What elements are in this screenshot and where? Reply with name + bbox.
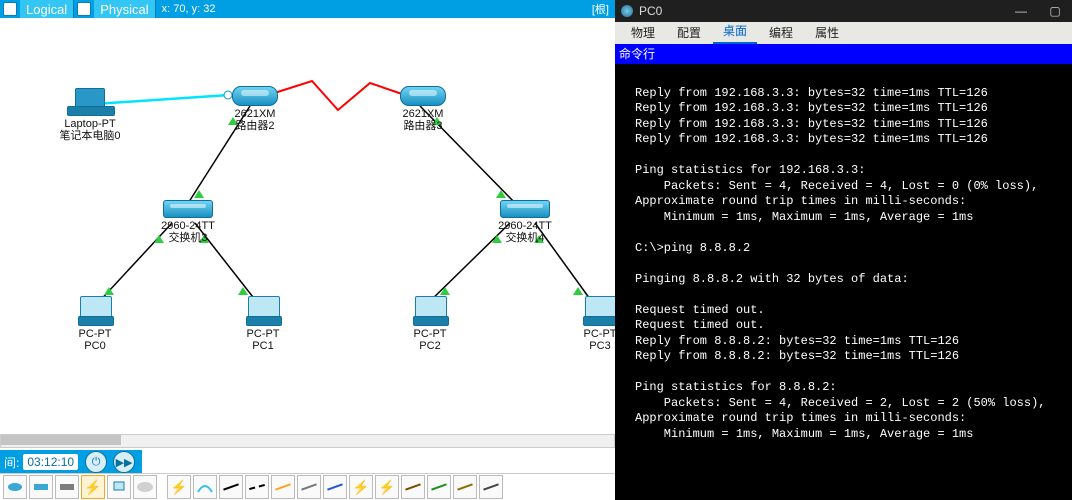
pc0-window: PC0 — ▢ 物理 配置 桌面 编程 属性 命令行 Reply from 19… [615, 0, 1072, 500]
conn-serial-dte-icon[interactable]: ⚡ [375, 475, 399, 499]
device-type-label: 2960-24TT [485, 220, 565, 232]
device-type-label: Laptop-PT [35, 118, 145, 130]
conn-coax-icon[interactable] [323, 475, 347, 499]
device-pc2[interactable]: PC-PT PC2 [405, 296, 455, 352]
link-status-icon [238, 282, 248, 295]
palette-router-icon[interactable] [3, 475, 27, 499]
palette-hub-icon[interactable] [55, 475, 79, 499]
maximize-button[interactable]: ▢ [1038, 0, 1072, 22]
command-prompt-header: 命令行 [615, 44, 1072, 64]
conn-usb-icon[interactable] [427, 475, 451, 499]
device-type-label: 2960-24TT [148, 220, 228, 232]
laptop-icon [67, 88, 113, 116]
palette-connections-icon[interactable]: ⚡ [81, 475, 105, 499]
conn-serial-dce-icon[interactable]: ⚡ [349, 475, 373, 499]
pc-icon [583, 296, 617, 326]
conn-fiber-icon[interactable] [271, 475, 295, 499]
device-name-label: PC1 [238, 340, 288, 352]
device-switch3[interactable]: 2960-24TT 交换机3 [148, 200, 228, 244]
device-type-label: PC-PT [238, 328, 288, 340]
conn-octal-icon[interactable] [401, 475, 425, 499]
switch-icon [500, 200, 550, 218]
conn-copper-cross-icon[interactable] [245, 475, 269, 499]
conn-custom2-icon[interactable] [479, 475, 503, 499]
time-prefix-label: 间: [4, 454, 19, 471]
bolt-icon: ⚡ [170, 479, 187, 496]
device-name-label: PC0 [70, 340, 120, 352]
tab-config[interactable]: 配置 [667, 21, 711, 44]
palette-cloud-icon[interactable] [133, 475, 157, 499]
device-type-group: ⚡ [0, 474, 160, 500]
tab-attributes[interactable]: 属性 [805, 21, 849, 44]
device-type-label: 2621XM [388, 108, 458, 120]
device-router2[interactable]: 2621XM 路由器2 [220, 86, 290, 132]
topology-canvas[interactable]: Laptop-PT 笔记本电脑0 2621XM 路由器2 2621XM 路由器3… [0, 18, 615, 424]
horizontal-scrollbar[interactable] [0, 434, 615, 448]
tab-physical[interactable]: 物理 [621, 21, 665, 44]
device-name-label: 交换机3 [148, 232, 228, 244]
tab-programming[interactable]: 编程 [759, 21, 803, 44]
link-status-icon [104, 282, 114, 295]
palette-switch-icon[interactable] [29, 475, 53, 499]
link-status-icon [573, 282, 583, 295]
conn-console-icon[interactable] [193, 475, 217, 499]
device-name-label: 路由器3 [388, 120, 458, 132]
bolt-icon: ⚡ [84, 479, 101, 496]
terminal-output[interactable]: Reply from 192.168.3.3: bytes=32 time=1m… [615, 64, 1072, 500]
window-title: PC0 [639, 4, 662, 18]
bolt-icon: ⚡ [378, 479, 395, 496]
terminal-text: Reply from 192.168.3.3: bytes=32 time=1m… [635, 70, 1066, 442]
workspace-header: Logical Physical x: 70, y: 32 [根] [0, 0, 615, 18]
pc-tabs: 物理 配置 桌面 编程 属性 [615, 22, 1072, 44]
router-icon [400, 86, 446, 106]
window-titlebar[interactable]: PC0 — ▢ [615, 0, 1072, 22]
tab-physical[interactable]: Physical [94, 0, 155, 18]
link-status-icon [440, 282, 450, 295]
pc-icon [246, 296, 280, 326]
conn-copper-straight-icon[interactable] [219, 475, 243, 499]
device-type-label: 2621XM [220, 108, 290, 120]
list-icon[interactable] [3, 2, 17, 16]
device-type-label: PC-PT [405, 328, 455, 340]
packet-tracer-pane: Logical Physical x: 70, y: 32 [根] [0, 0, 615, 500]
cursor-coords: x: 70, y: 32 [156, 3, 216, 15]
simulation-timebar: 间: 03:12:10 ⏻ ▶▶ [0, 450, 142, 474]
minimize-button[interactable]: — [1004, 0, 1038, 22]
root-label[interactable]: [根] [592, 1, 615, 17]
power-cycle-button[interactable]: ⏻ [85, 451, 107, 473]
device-laptop[interactable]: Laptop-PT 笔记本电脑0 [35, 88, 145, 142]
switch-icon [163, 200, 213, 218]
sim-time-value: 03:12:10 [23, 454, 78, 470]
tab-desktop[interactable]: 桌面 [713, 19, 757, 44]
palette-end-icon[interactable] [107, 475, 131, 499]
conn-custom1-icon[interactable] [453, 475, 477, 499]
device-router3[interactable]: 2621XM 路由器3 [388, 86, 458, 132]
conn-auto-icon[interactable]: ⚡ [167, 475, 191, 499]
app-globe-icon [621, 5, 633, 17]
device-name-label: 路由器2 [220, 120, 290, 132]
fast-forward-button[interactable]: ▶▶ [113, 451, 135, 473]
bolt-icon: ⚡ [352, 479, 369, 496]
device-name-label: PC2 [405, 340, 455, 352]
device-pc1[interactable]: PC-PT PC1 [238, 296, 288, 352]
list-icon-2[interactable] [77, 2, 91, 16]
router-icon [232, 86, 278, 106]
device-palette: ⚡ ⚡ ⚡ ⚡ [0, 473, 615, 500]
device-name-label: 笔记本电脑0 [35, 130, 145, 142]
pc-icon [413, 296, 447, 326]
connection-type-group: ⚡ ⚡ ⚡ [164, 474, 506, 500]
device-pc0[interactable]: PC-PT PC0 [70, 296, 120, 352]
device-name-label: 交换机4 [485, 232, 565, 244]
device-switch4[interactable]: 2960-24TT 交换机4 [485, 200, 565, 244]
link-status-icon [496, 185, 506, 198]
device-type-label: PC-PT [70, 328, 120, 340]
conn-phone-icon[interactable] [297, 475, 321, 499]
tab-logical[interactable]: Logical [20, 0, 74, 18]
pc-icon [78, 296, 112, 326]
link-status-icon [194, 185, 204, 198]
